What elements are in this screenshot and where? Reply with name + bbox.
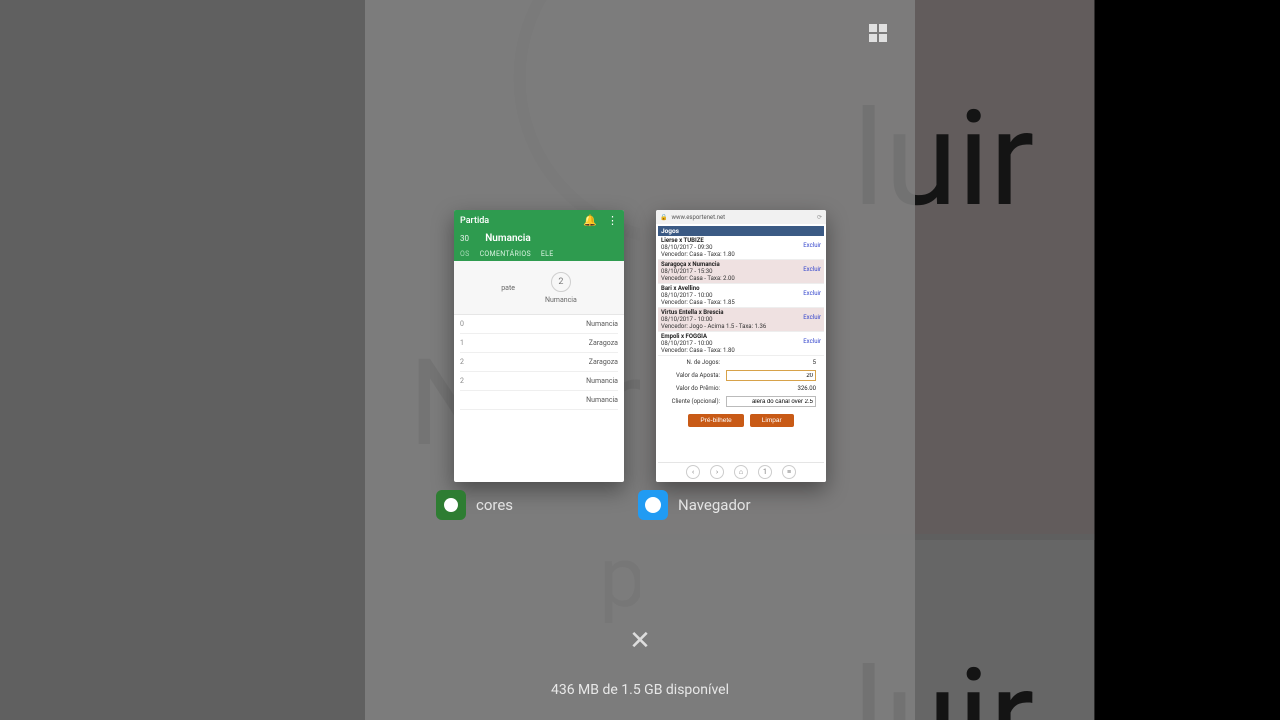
excluir-link: Excluir: [803, 314, 821, 321]
address-bar: 🔒 www.esportenet.net ⟳: [656, 210, 826, 224]
excluir-link: Excluir: [803, 290, 821, 297]
reload-icon: ⟳: [817, 214, 822, 221]
menu-icon: ≡: [782, 465, 796, 479]
excluir-link: Excluir: [803, 242, 821, 249]
tab-ele: ELE: [541, 250, 554, 258]
score-circle: 2: [551, 272, 571, 292]
recent-app-label: Navegador: [678, 496, 751, 514]
excluir-link: Excluir: [803, 266, 821, 273]
pre-bilhete-button: Pré-bilhete: [688, 414, 743, 427]
limpar-button: Limpar: [750, 414, 794, 427]
label-njogos: N. de Jogos:: [666, 359, 726, 366]
excluir-link: Excluir: [803, 338, 821, 345]
back-icon: ‹: [686, 465, 700, 479]
browser-bottom-bar: ‹ › ⌂ 1 ≡: [658, 462, 824, 480]
score-right-label: Numancia: [545, 296, 577, 304]
lock-icon: 🔒: [660, 214, 667, 221]
match-time: 30: [460, 234, 469, 243]
recent-apps-screen: Partida 🔔 ⋮ 30 Numancia OS COMENTÁRIOS E…: [365, 0, 915, 720]
memory-status: 436 MB de 1.5 GB disponível: [365, 682, 915, 698]
tab-os: OS: [460, 250, 470, 258]
match-team: Numancia: [485, 233, 530, 244]
home-icon: ⌂: [734, 465, 748, 479]
value-njogos: 5: [726, 359, 816, 366]
app-icon-scores: [436, 490, 466, 520]
bell-icon: 🔔: [583, 214, 597, 227]
grid-icon[interactable]: [869, 24, 887, 42]
value-premio: 326.00: [726, 385, 816, 392]
input-cliente: [726, 396, 816, 407]
jogos-header: Jogos: [658, 226, 824, 236]
app-header-title: Partida: [460, 216, 489, 226]
app-icon-browser: [638, 490, 668, 520]
more-icon: ⋮: [607, 214, 618, 227]
recent-app-card-scores[interactable]: Partida 🔔 ⋮ 30 Numancia OS COMENTÁRIOS E…: [454, 210, 624, 482]
label-valor: Valor da Aposta:: [666, 372, 726, 379]
tabs-count: 1: [758, 465, 772, 479]
label-cliente: Cliente (opcional):: [666, 398, 726, 405]
forward-icon: ›: [710, 465, 724, 479]
tab-comments: COMENTÁRIOS: [480, 250, 531, 258]
close-all-button[interactable]: ✕: [629, 626, 651, 656]
input-valor: [726, 370, 816, 381]
label-premio: Valor do Prêmio:: [666, 385, 726, 392]
recent-app-label: cores: [476, 496, 513, 514]
recent-app-card-browser[interactable]: 🔒 www.esportenet.net ⟳ Jogos Lierse x TU…: [656, 210, 826, 482]
url-text: www.esportenet.net: [671, 214, 725, 221]
score-left-label: pate: [501, 284, 515, 292]
